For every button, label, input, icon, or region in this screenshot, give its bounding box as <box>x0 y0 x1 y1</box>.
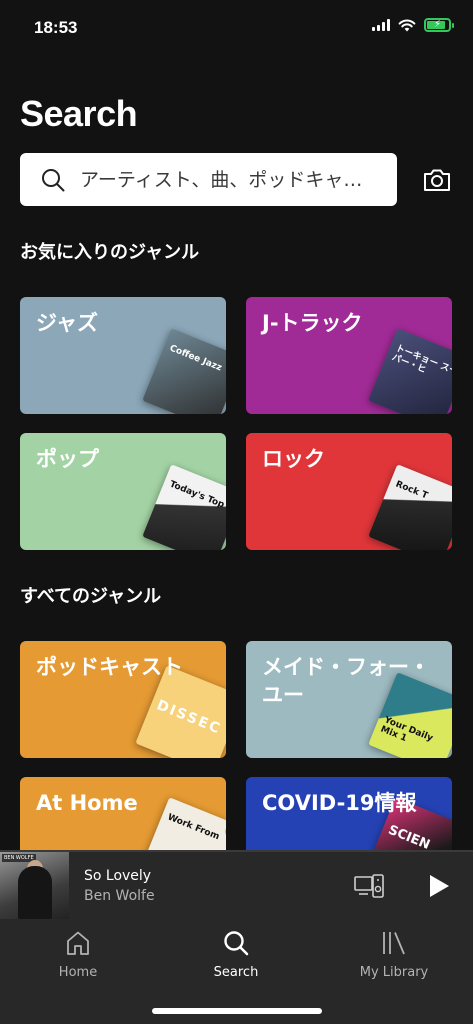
genre-card-j-track[interactable]: J-トラック トーキョー スーパー・ヒ <box>246 297 452 414</box>
cover-text: Coffee Jazz <box>168 343 224 374</box>
genre-label: メイド・フォー・ユー <box>262 655 430 708</box>
section-title-favorite-genres: お気に入りのジャンル <box>20 242 200 263</box>
genre-card-rock[interactable]: ロック Rock T <box>246 433 452 550</box>
cover-text: DISSEC <box>154 697 224 738</box>
battery-charging-icon: ⚡ <box>424 18 454 32</box>
nav-search[interactable]: Search <box>176 929 296 980</box>
cover-text: Today's Top Hi <box>168 479 226 515</box>
page-title: Search <box>20 93 138 134</box>
nav-label: Home <box>58 965 98 980</box>
genre-label: ポッドキャスト <box>36 655 183 679</box>
genre-card-covid-19[interactable]: COVID-19情報 SCIEN <box>246 777 452 857</box>
wifi-icon <box>398 19 416 31</box>
nav-label: Search <box>213 965 259 980</box>
connect-device-icon[interactable] <box>354 874 384 898</box>
genre-label: ロック <box>262 447 325 471</box>
genre-card-podcast[interactable]: ポッドキャスト DISSEC <box>20 641 226 758</box>
playlist-cover-image: Rock T <box>368 464 452 550</box>
genre-label: ジャズ <box>36 311 98 335</box>
search-icon <box>42 168 65 191</box>
status-icons: ⚡ <box>372 18 454 32</box>
genre-label: J-トラック <box>262 311 363 335</box>
track-artist: Ben Wolfe <box>84 888 155 904</box>
genre-card-at-home[interactable]: At Home Work From <box>20 777 226 857</box>
nav-label: My Library <box>359 965 429 980</box>
playlist-cover-image: Coffee Jazz <box>142 328 226 414</box>
nav-home[interactable]: Home <box>18 929 138 980</box>
home-indicator <box>152 1008 322 1014</box>
album-art: BEN WOLFE <box>0 852 69 919</box>
genre-card-pop[interactable]: ポップ Today's Top Hi <box>20 433 226 550</box>
genre-card-made-for-you[interactable]: メイド・フォー・ユー Your Daily Mix 1 <box>246 641 452 758</box>
nav-my-library[interactable]: My Library <box>334 929 454 980</box>
playlist-cover-image: Today's Top Hi <box>142 464 226 550</box>
status-bar: 18:53 ⚡ <box>0 0 473 58</box>
cellular-signal-icon <box>372 19 390 31</box>
search-icon <box>224 931 249 956</box>
genre-label: COVID-19情報 <box>262 791 417 815</box>
search-input[interactable] <box>80 168 380 191</box>
genre-label: At Home <box>36 791 138 815</box>
now-playing-bar[interactable]: BEN WOLFE So Lovely Ben Wolfe <box>0 850 473 919</box>
playlist-cover-image: トーキョー スーパー・ヒ <box>368 328 452 414</box>
play-icon[interactable] <box>428 874 450 898</box>
track-title: So Lovely <box>84 868 152 884</box>
status-time: 18:53 <box>34 18 78 37</box>
section-title-all-genres: すべてのジャンル <box>20 586 162 607</box>
home-icon <box>67 931 89 955</box>
search-bar[interactable] <box>20 153 397 206</box>
cover-text: Rock T <box>394 479 430 502</box>
camera-icon[interactable] <box>421 164 453 196</box>
genre-label: ポップ <box>36 447 99 471</box>
cover-text: トーキョー スーパー・ヒ <box>390 343 452 378</box>
library-icon <box>383 932 405 955</box>
genre-card-jazz[interactable]: ジャズ Coffee Jazz <box>20 297 226 414</box>
cover-text: Your Daily Mix 1 <box>378 715 435 745</box>
